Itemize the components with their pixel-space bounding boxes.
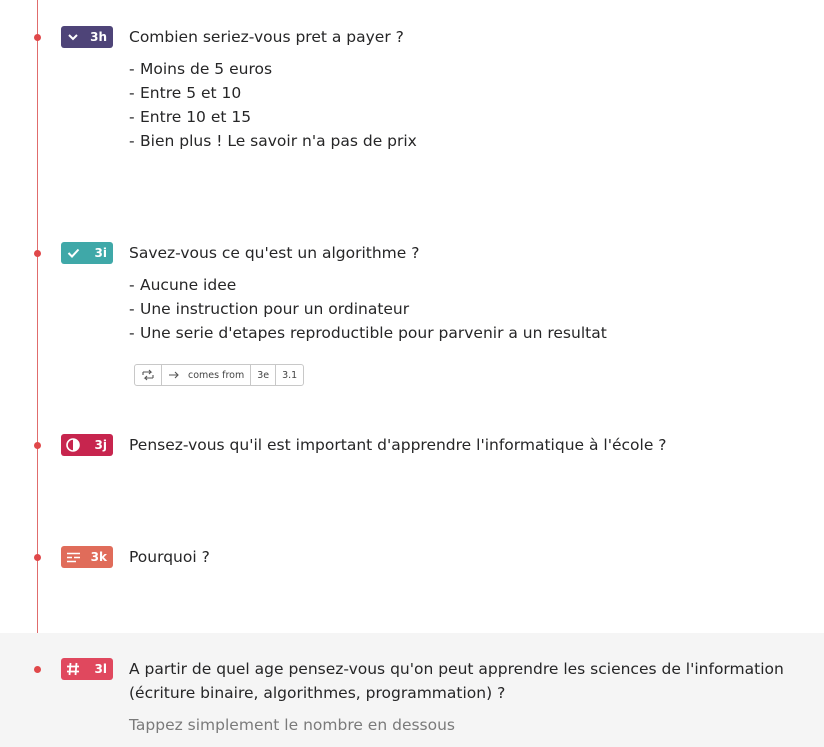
arrow-right-icon	[169, 371, 179, 379]
timeline-dot	[34, 250, 41, 257]
logic-jump-tag[interactable]: comes from 3e 3.1	[134, 364, 305, 386]
question-title: Pensez-vous qu'il est important d'appren…	[129, 436, 667, 454]
question-title: Combien seriez-vous pret a payer ?	[129, 28, 404, 46]
question-badge[interactable]: 3j	[61, 434, 113, 456]
timeline-dot	[34, 34, 41, 41]
question-description: Tappez simplement le nombre en dessous	[129, 716, 456, 734]
question-number: 3l	[94, 662, 107, 676]
choice-item: - Aucune idee	[129, 276, 237, 294]
question-badge[interactable]: 3k	[61, 546, 113, 568]
chevron-down-icon	[61, 31, 85, 43]
question-badge[interactable]: 3i	[61, 242, 113, 264]
opinion-scale-icon	[61, 438, 85, 452]
long-text-icon	[61, 552, 85, 563]
logic-jump-icon	[135, 365, 162, 385]
question-block-3j[interactable]: 3j Pensez-vous qu'il est important d'app…	[0, 410, 824, 520]
question-title: A partir de quel age pensez-vous qu'on p…	[129, 660, 784, 702]
choice-item: - Moins de 5 euros	[129, 60, 273, 78]
choice-item: - Entre 10 et 15	[129, 108, 252, 126]
choice-list: - Moins de 5 euros - Entre 5 et 10 - Entre …	[129, 57, 417, 153]
choice-item: - Une serie d'etapes reproductible pour p…	[129, 324, 607, 342]
check-icon	[61, 247, 85, 259]
question-badge[interactable]: 3l	[61, 658, 113, 680]
timeline-dot	[34, 554, 41, 561]
choice-item: - Une instruction pour un ordinateur	[129, 300, 410, 318]
timeline-dot	[34, 666, 41, 673]
question-block-3i[interactable]: 3i Savez-vous ce qu'est un algorithme ? …	[0, 200, 824, 410]
timeline-dot	[34, 442, 41, 449]
question-title: Pourquoi ?	[129, 548, 210, 566]
question-block-3k[interactable]: 3k Pourquoi ?	[0, 520, 824, 633]
choice-item: - Entre 5 et 10	[129, 84, 242, 102]
choice-item: - Bien plus ! Le savoir n'a pas de prix	[129, 132, 417, 150]
question-title: Savez-vous ce qu'est un algorithme ?	[129, 244, 420, 262]
question-block-3l[interactable]: 3l A partir de quel age pensez-vous qu'o…	[0, 633, 824, 747]
comes-from-label: comes from	[162, 365, 252, 385]
logic-ref: 3.1	[282, 369, 298, 381]
question-number: 3i	[94, 246, 107, 260]
question-badge[interactable]: 3h	[61, 26, 113, 48]
question-block-3h[interactable]: 3h Combien seriez-vous pret a payer ? -M…	[0, 0, 824, 200]
logic-ref: 3e	[251, 365, 277, 385]
choice-list: - Aucune idee - Une instruction pour un or…	[129, 273, 607, 345]
question-number: 3h	[90, 30, 107, 44]
hash-icon	[61, 662, 85, 676]
question-number: 3j	[94, 438, 107, 452]
question-number: 3k	[90, 550, 107, 564]
